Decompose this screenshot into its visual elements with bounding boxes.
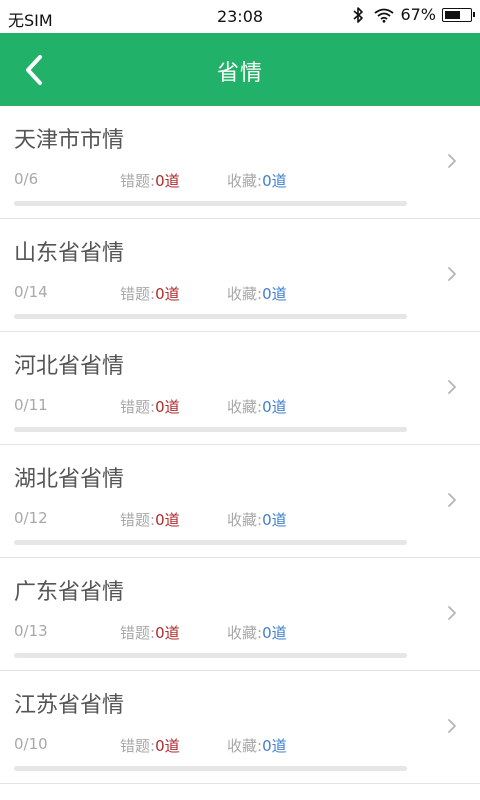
wrong-value: 0道 <box>155 285 180 303</box>
list-item[interactable]: 山东省省情 0/14 错题:0道 收藏:0道 <box>0 219 480 332</box>
favorite-label: 收藏: <box>227 398 263 416</box>
item-wrong-count: 错题:0道 <box>120 509 180 530</box>
item-title: 湖北省省情 <box>14 467 125 492</box>
chevron-right-icon <box>448 493 456 507</box>
list-item[interactable]: 湖北省省情 0/12 错题:0道 收藏:0道 <box>0 445 480 558</box>
battery-percent: 67% <box>400 5 436 24</box>
favorite-label: 收藏: <box>227 737 263 755</box>
progress-bar <box>14 653 407 658</box>
chevron-right-icon <box>448 606 456 620</box>
item-wrong-count: 错题:0道 <box>120 170 180 191</box>
chevron-right-icon <box>448 154 456 168</box>
item-title: 江苏省省情 <box>14 693 125 718</box>
item-title: 广东省省情 <box>14 580 125 605</box>
item-favorite-count: 收藏:0道 <box>227 170 287 191</box>
item-favorite-count: 收藏:0道 <box>227 622 287 643</box>
favorite-value: 0道 <box>262 624 287 642</box>
list-item[interactable]: 江苏省省情 0/10 错题:0道 收藏:0道 <box>0 671 480 784</box>
province-list: 天津市市情 0/6 错题:0道 收藏:0道 山东省省情 0/14 错题:0道 收… <box>0 106 480 784</box>
item-favorite-count: 收藏:0道 <box>227 735 287 756</box>
list-item[interactable]: 广东省省情 0/13 错题:0道 收藏:0道 <box>0 558 480 671</box>
item-favorite-count: 收藏:0道 <box>227 509 287 530</box>
progress-bar <box>14 314 407 319</box>
item-progress-count: 0/14 <box>14 283 48 301</box>
wrong-value: 0道 <box>155 624 180 642</box>
favorite-value: 0道 <box>262 172 287 190</box>
favorite-label: 收藏: <box>227 511 263 529</box>
wrong-label: 错题: <box>120 398 156 416</box>
wrong-value: 0道 <box>155 398 180 416</box>
wrong-value: 0道 <box>155 172 180 190</box>
item-favorite-count: 收藏:0道 <box>227 396 287 417</box>
battery-icon <box>442 7 475 22</box>
item-progress-count: 0/6 <box>14 170 39 188</box>
item-title: 山东省省情 <box>14 241 125 266</box>
chevron-right-icon <box>448 719 456 733</box>
wrong-label: 错题: <box>120 737 156 755</box>
wrong-value: 0道 <box>155 511 180 529</box>
item-favorite-count: 收藏:0道 <box>227 283 287 304</box>
item-progress-count: 0/12 <box>14 509 48 527</box>
wrong-label: 错题: <box>120 172 156 190</box>
favorite-value: 0道 <box>262 285 287 303</box>
favorite-label: 收藏: <box>227 624 263 642</box>
wrong-label: 错题: <box>120 285 156 303</box>
chevron-right-icon <box>448 380 456 394</box>
progress-bar <box>14 201 407 206</box>
favorite-value: 0道 <box>262 511 287 529</box>
progress-bar <box>14 540 407 545</box>
progress-bar <box>14 427 407 432</box>
wifi-icon <box>374 7 394 23</box>
item-progress-count: 0/13 <box>14 622 48 640</box>
wrong-label: 错题: <box>120 624 156 642</box>
wrong-label: 错题: <box>120 511 156 529</box>
bluetooth-icon <box>352 6 364 24</box>
favorite-value: 0道 <box>262 737 287 755</box>
page-title: 省情 <box>216 61 263 86</box>
item-progress-count: 0/10 <box>14 735 48 753</box>
progress-bar <box>14 766 407 771</box>
list-item[interactable]: 河北省省情 0/11 错题:0道 收藏:0道 <box>0 332 480 445</box>
wrong-value: 0道 <box>155 737 180 755</box>
item-title: 河北省省情 <box>14 354 125 379</box>
chevron-right-icon <box>448 267 456 281</box>
favorite-label: 收藏: <box>227 172 263 190</box>
item-wrong-count: 错题:0道 <box>120 396 180 417</box>
item-wrong-count: 错题:0道 <box>120 283 180 304</box>
item-wrong-count: 错题:0道 <box>120 735 180 756</box>
list-item[interactable]: 天津市市情 0/6 错题:0道 收藏:0道 <box>0 106 480 219</box>
item-title: 天津市市情 <box>14 128 125 153</box>
status-bar: 无SIM 23:08 67% <box>0 0 480 33</box>
nav-bar: 省情 <box>0 33 480 106</box>
favorite-value: 0道 <box>262 398 287 416</box>
item-wrong-count: 错题:0道 <box>120 622 180 643</box>
item-progress-count: 0/11 <box>14 396 48 414</box>
favorite-label: 收藏: <box>227 285 263 303</box>
battery-level <box>445 10 460 19</box>
status-icons: 67% <box>352 5 475 24</box>
